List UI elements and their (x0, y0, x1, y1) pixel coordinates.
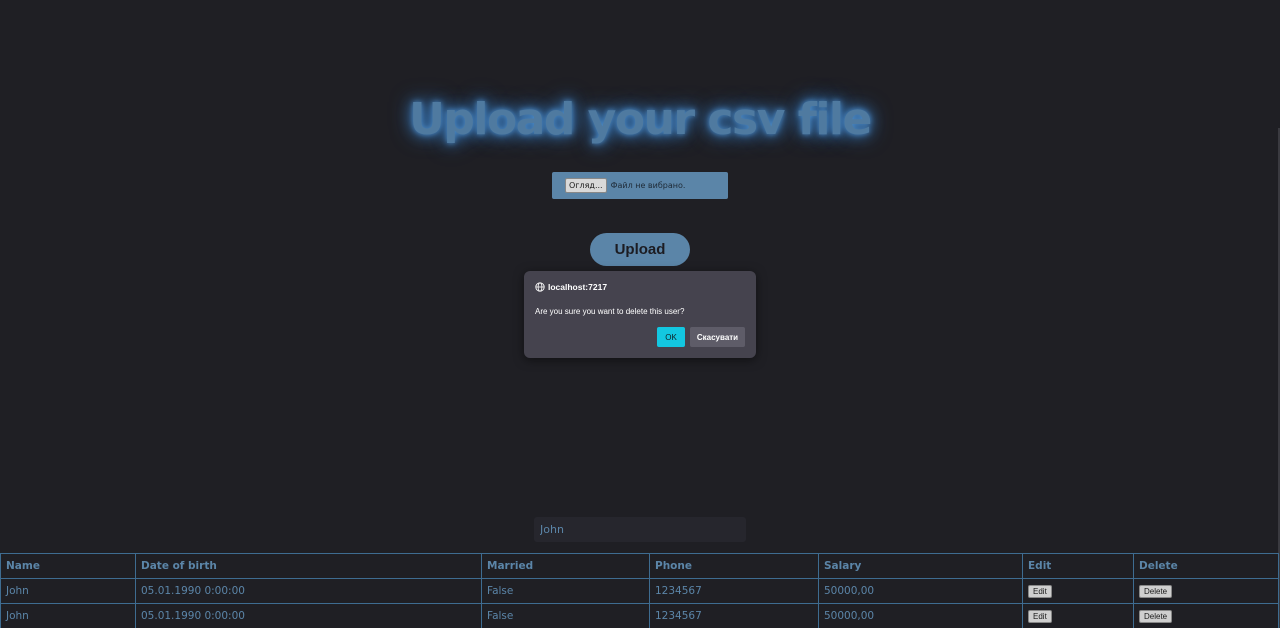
upload-button[interactable]: Upload (590, 233, 690, 266)
cell-married: False (481, 603, 650, 628)
search-input[interactable] (534, 517, 746, 542)
dialog-message: Are you sure you want to delete this use… (535, 307, 685, 316)
cell-phone: 1234567 (649, 578, 819, 604)
cell-delete: Delete (1133, 603, 1279, 628)
column-header-salary[interactable]: Salary (818, 553, 1023, 579)
cell-edit: Edit (1022, 578, 1134, 604)
globe-icon (535, 282, 545, 292)
column-header-delete: Delete (1133, 553, 1279, 579)
cell-delete: Delete (1133, 578, 1279, 604)
cell-married: False (481, 578, 650, 604)
cell-salary: 50000,00 (818, 578, 1023, 604)
file-status-text: Файл не вибрано. (610, 181, 686, 190)
cell-phone: 1234567 (649, 603, 819, 628)
column-header-name[interactable]: Name (0, 553, 136, 579)
ok-button[interactable]: OK (657, 327, 685, 347)
cell-salary: 50000,00 (818, 603, 1023, 628)
page: Upload your csv file Огляд... Файл не ви… (0, 0, 1280, 628)
delete-button[interactable]: Delete (1139, 584, 1173, 598)
cancel-button[interactable]: Скасувати (690, 327, 745, 347)
edit-button[interactable]: Edit (1028, 584, 1052, 598)
cell-edit: Edit (1022, 603, 1134, 628)
column-header-dob[interactable]: Date of birth (135, 553, 482, 579)
file-input[interactable]: Огляд... Файл не вибрано. (552, 172, 728, 199)
table-row: John 05.01.1990 0:00:00 False 1234567 50… (0, 578, 1279, 604)
table-row: John 05.01.1990 0:00:00 False 1234567 50… (0, 603, 1279, 628)
delete-button[interactable]: Delete (1139, 609, 1173, 623)
dialog-origin-text: localhost:7217 (548, 282, 608, 292)
cell-dob: 05.01.1990 0:00:00 (135, 603, 482, 628)
cell-name: John (0, 603, 136, 628)
column-header-edit: Edit (1022, 553, 1134, 579)
dialog-origin: localhost:7217 (535, 282, 607, 292)
table-header-row: Name Date of birth Married Phone Salary … (0, 553, 1279, 579)
users-table: Name Date of birth Married Phone Salary … (0, 553, 1279, 628)
browse-button[interactable]: Огляд... (565, 178, 607, 193)
page-title: Upload your csv file (409, 94, 872, 145)
column-header-phone[interactable]: Phone (649, 553, 819, 579)
cell-name: John (0, 578, 136, 604)
confirm-dialog: localhost:7217 Are you sure you want to … (524, 271, 756, 358)
cell-dob: 05.01.1990 0:00:00 (135, 578, 482, 604)
edit-button[interactable]: Edit (1028, 609, 1052, 623)
column-header-married[interactable]: Married (481, 553, 650, 579)
